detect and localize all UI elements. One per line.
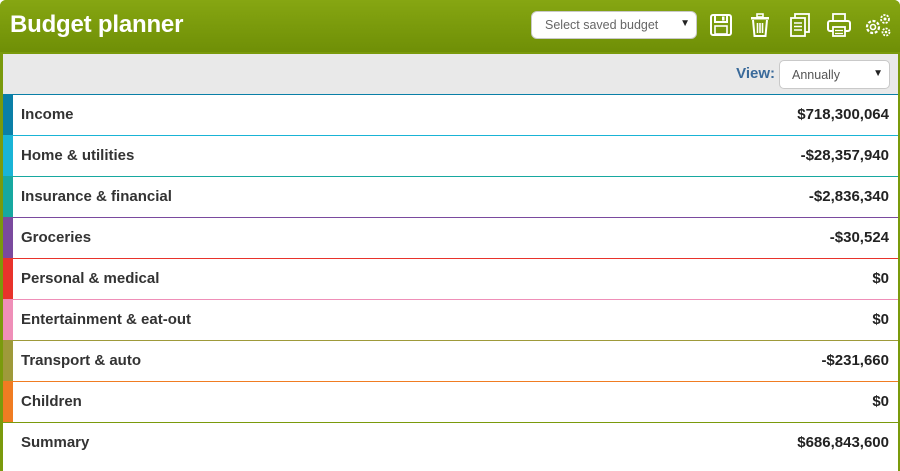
category-value: $0: [872, 270, 889, 287]
category-row-insurance-financial[interactable]: Insurance & financial -$2,836,340: [3, 176, 898, 217]
category-color-stripe: [3, 94, 13, 135]
category-list: Income $718,300,064 Home & utilities -$2…: [3, 94, 898, 463]
summary-value: $686,843,600: [797, 434, 889, 451]
category-value: $0: [872, 393, 889, 410]
category-value: -$231,660: [821, 352, 889, 369]
category-row-personal-medical[interactable]: Personal & medical $0: [3, 258, 898, 299]
category-value: $718,300,064: [797, 106, 889, 123]
save-icon[interactable]: [707, 11, 735, 39]
caret-down-icon: ▼: [680, 18, 690, 29]
category-value: -$30,524: [829, 229, 889, 246]
saved-budget-select[interactable]: Select saved budget ▼: [531, 11, 697, 39]
category-color-stripe: [3, 381, 13, 422]
category-color-stripe: [3, 340, 13, 381]
category-color-stripe: [3, 176, 13, 217]
category-label: Personal & medical: [21, 270, 160, 287]
category-row-transport-auto[interactable]: Transport & auto -$231,660: [3, 340, 898, 381]
category-color-stripe: [3, 135, 13, 176]
summary-row: Summary $686,843,600: [3, 422, 898, 463]
category-value: $0: [872, 311, 889, 328]
category-row-entertainment-eat-out[interactable]: Entertainment & eat-out $0: [3, 299, 898, 340]
category-color-stripe: [3, 258, 13, 299]
view-bar: View: Annually ▼: [3, 54, 898, 94]
category-label: Children: [21, 393, 82, 410]
page-title: Budget planner: [10, 11, 184, 38]
print-icon[interactable]: [825, 11, 853, 39]
category-label: Insurance & financial: [21, 188, 172, 205]
category-label: Home & utilities: [21, 147, 135, 164]
saved-budget-select-label: Select saved budget: [545, 18, 659, 32]
header-bar: Budget planner Select saved budget ▼: [0, 0, 900, 52]
caret-down-icon: ▼: [873, 68, 883, 79]
category-label: Entertainment & eat-out: [21, 311, 192, 328]
budget-panel: View: Annually ▼ Income $718,300,064 Hom…: [3, 54, 898, 471]
category-row-children[interactable]: Children $0: [3, 381, 898, 422]
category-row-home-utilities[interactable]: Home & utilities -$28,357,940: [3, 135, 898, 176]
view-label: View:: [736, 65, 775, 82]
document-icon[interactable]: [786, 11, 814, 39]
trash-icon[interactable]: [746, 11, 774, 39]
view-period-value: Annually: [792, 68, 840, 82]
category-value: -$28,357,940: [800, 147, 889, 164]
category-row-groceries[interactable]: Groceries -$30,524: [3, 217, 898, 258]
category-color-stripe: [3, 299, 13, 340]
category-value: -$2,836,340: [808, 188, 889, 205]
settings-icon[interactable]: [862, 11, 894, 39]
budget-planner-app: Budget planner Select saved budget ▼ Vie…: [0, 0, 900, 471]
category-label: Groceries: [21, 229, 92, 246]
category-label: Income: [21, 106, 74, 123]
category-row-income[interactable]: Income $718,300,064: [3, 94, 898, 135]
view-period-select[interactable]: Annually ▼: [779, 60, 890, 89]
summary-label: Summary: [21, 434, 90, 451]
category-label: Transport & auto: [21, 352, 142, 369]
category-color-stripe: [3, 217, 13, 258]
